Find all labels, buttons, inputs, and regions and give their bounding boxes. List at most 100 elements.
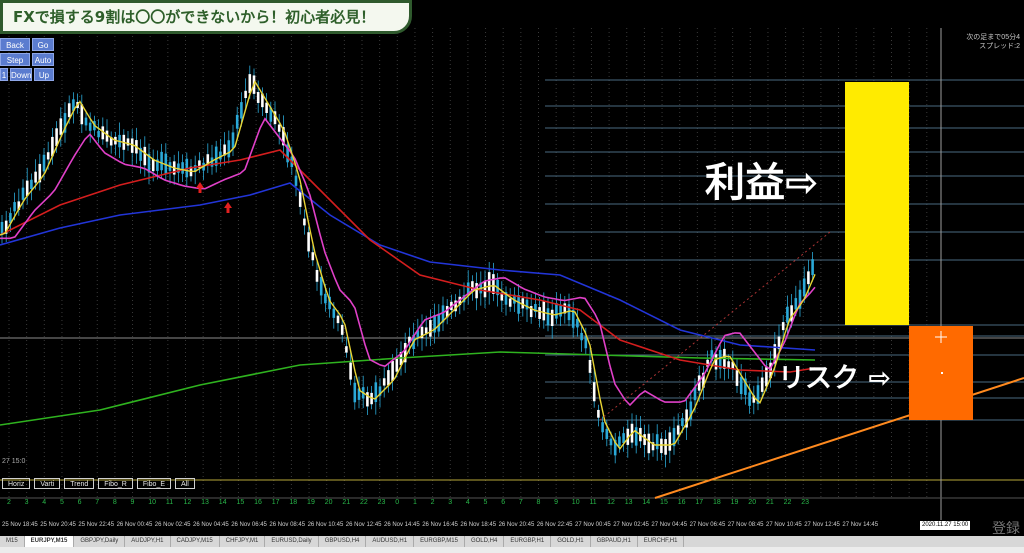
hour-tick-label: 0 [395, 499, 400, 506]
candle-body [387, 370, 390, 386]
symbol-tab[interactable]: CHFJPY,M1 [220, 536, 266, 547]
candle-body [550, 309, 554, 327]
profit-label: 利益⇨ [705, 160, 819, 206]
symbol-tab[interactable]: EURGBP,M15 [414, 536, 465, 547]
profit-box [845, 82, 909, 325]
symbol-tab[interactable]: GBPAUD,H1 [591, 536, 638, 547]
date-tick-label: 27 Nov 06:45 [689, 522, 726, 528]
date-tick-label: 27 Nov 04:45 [651, 522, 688, 528]
chart-button-back[interactable]: Back [0, 38, 30, 51]
candle-body [59, 118, 63, 135]
hour-tick-label: 12 [607, 499, 615, 506]
date-tick-label: 26 Nov 14:45 [384, 522, 420, 528]
candle-body [240, 102, 243, 119]
video-title-banner: FXで損する9割は〇〇ができないから！初心者必見！ [0, 0, 412, 34]
chart-button-step[interactable]: Step [0, 53, 30, 66]
symbol-tab[interactable]: AUDUSD,H1 [366, 536, 415, 547]
hour-tick-label: 19 [307, 499, 315, 506]
candle-body [235, 114, 239, 129]
tool-button-all[interactable]: All [175, 478, 195, 489]
candle-body [735, 370, 739, 386]
chart-button-row: 1 Down Up [0, 68, 54, 81]
date-tick-label: 27 Nov 08:45 [727, 522, 764, 528]
hour-tick-label: 23 [801, 499, 810, 506]
candle-body [437, 313, 441, 332]
ma-yellow-line [0, 80, 816, 450]
hour-tick-label: 19 [730, 499, 739, 506]
hour-tick-label: 21 [342, 499, 351, 506]
candle-body [634, 427, 638, 446]
price-chart[interactable] [0, 0, 1024, 553]
hour-tick-label: 3 [24, 499, 29, 506]
candle-body [647, 433, 651, 454]
candle-body [786, 306, 789, 323]
tool-button-varti[interactable]: Varti [34, 478, 61, 489]
candle-body [34, 171, 37, 183]
hour-tick-label: 15 [236, 499, 245, 506]
candle-body [248, 74, 252, 94]
buy-arrow-icon [196, 182, 204, 193]
tool-button-horiz[interactable]: Horiz [2, 478, 31, 489]
chart-button-go[interactable]: Go [32, 38, 54, 51]
hour-tick-label: 9 [554, 499, 559, 506]
hour-axis: 2 3 4 5 6 7 8 9 10 11 12 13 14 15 16 17 18 19 20 21 22 23 0 1 2 3… [0, 499, 1024, 509]
candle-body [605, 428, 609, 439]
hour-tick-label: 13 [201, 499, 209, 506]
symbol-tab[interactable]: EURGBP,H1 [504, 536, 552, 547]
date-tick-label: 26 Nov 18:45 [460, 522, 497, 528]
date-tick-label: 26 Nov 10:45 [307, 522, 344, 528]
candle-body [681, 418, 684, 427]
symbol-tab[interactable]: EURJPY,M15 [24, 536, 75, 547]
candle-body [349, 362, 352, 380]
candle-body [353, 382, 357, 403]
candle-body [748, 392, 751, 406]
tool-button-trend[interactable]: Trend [64, 478, 95, 489]
candle-body [609, 438, 613, 446]
candle-body [555, 303, 558, 319]
candle-body [294, 175, 298, 186]
hour-tick-label: 5 [483, 499, 488, 506]
date-tick-label: 26 Nov 22:45 [536, 522, 573, 528]
date-tick-label: 26 Nov 06:45 [231, 522, 267, 528]
candle-body [655, 434, 659, 450]
candle-body [181, 162, 184, 174]
candle-body [126, 138, 130, 146]
symbol-tab[interactable]: GBPUSD,H4 [319, 536, 367, 547]
symbol-tab[interactable]: GOLD,H1 [551, 536, 591, 547]
symbol-tab[interactable]: EURUSD,Daily [265, 536, 319, 547]
drawing-tool-buttons: Horiz Varti Trend Fibo_R Fibo_E All [2, 478, 195, 489]
candle-body [429, 320, 432, 337]
candle-body [727, 361, 730, 368]
candle-body [424, 327, 428, 334]
candle-body [382, 378, 386, 386]
symbol-tab[interactable]: GOLD,H4 [465, 536, 505, 547]
chart-button-auto[interactable]: Auto [32, 53, 54, 66]
date-tick-label: 26 Nov 16:45 [422, 522, 458, 528]
chart-button-down[interactable]: Down [10, 68, 32, 81]
hour-tick-label: 15 [660, 499, 668, 506]
hour-tick-label: 16 [677, 499, 686, 506]
hour-tick-label: 10 [148, 499, 156, 506]
symbol-tab[interactable]: AUDJPY,H1 [125, 536, 171, 547]
candle-body [319, 276, 323, 296]
chart-button-1[interactable]: 1 [0, 68, 8, 81]
candle-body [42, 154, 46, 172]
candle-body [143, 146, 147, 166]
chart-button-up[interactable]: Up [34, 68, 54, 81]
hour-tick-label: 23 [377, 499, 386, 506]
hour-tick-label: 11 [589, 499, 597, 506]
candle-body [483, 281, 487, 298]
symbol-tab[interactable]: EURCHF,H1 [638, 536, 685, 547]
symbol-tab[interactable]: CADJPY,M15 [171, 536, 220, 547]
candle-body [244, 90, 247, 99]
tool-button-fibo-e[interactable]: Fibo_E [136, 478, 172, 489]
hour-tick-label: 16 [254, 499, 262, 506]
candle-body [160, 151, 163, 171]
hour-tick-label: 22 [783, 499, 792, 506]
tool-button-fibo-r[interactable]: Fibo_R [98, 478, 133, 489]
symbol-tab[interactable]: GBPJPY,Daily [74, 536, 126, 547]
risk-label: リスク ⇨ [778, 363, 892, 394]
candle-body [391, 360, 394, 381]
candle-body [97, 130, 100, 138]
symbol-tab[interactable]: M15 [0, 536, 25, 547]
